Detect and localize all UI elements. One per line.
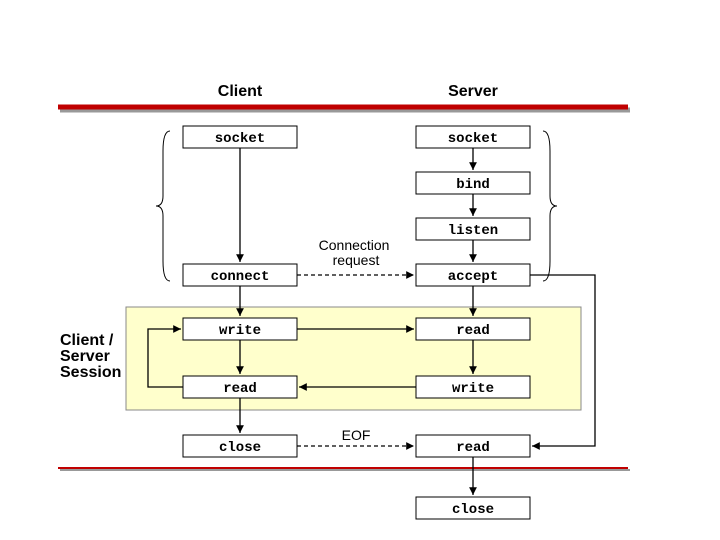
- server-bind-box: bind: [416, 172, 530, 194]
- server-close-label: close: [452, 502, 494, 518]
- client-read-box: read: [183, 376, 297, 398]
- connection-request-label: Connection request: [319, 237, 394, 268]
- client-connect-box: connect: [183, 264, 297, 286]
- server-read2-box: read: [416, 435, 530, 457]
- server-listen-box: listen: [416, 218, 530, 240]
- client-write-box: write: [183, 318, 297, 340]
- brace-client: [156, 131, 170, 281]
- server-accept-box: accept: [416, 264, 530, 286]
- server-bind-label: bind: [456, 177, 490, 193]
- client-socket-box: socket: [183, 126, 297, 148]
- server-accept-label: accept: [448, 269, 498, 285]
- server-header: Server: [448, 83, 498, 100]
- server-close-box: close: [416, 497, 530, 519]
- client-write-label: write: [219, 323, 261, 339]
- server-listen-label: listen: [448, 223, 498, 239]
- client-header: Client: [218, 83, 263, 100]
- client-connect-label: connect: [211, 269, 270, 285]
- brace-server: [543, 131, 557, 281]
- server-read-box: read: [416, 318, 530, 340]
- server-write-box: write: [416, 376, 530, 398]
- client-close-box: close: [183, 435, 297, 457]
- eof-label: EOF: [342, 427, 371, 443]
- client-read-label: read: [223, 381, 257, 397]
- client-socket-label: socket: [215, 131, 265, 147]
- server-socket-box: socket: [416, 126, 530, 148]
- server-socket-label: socket: [448, 131, 498, 147]
- server-read2-label: read: [456, 440, 490, 456]
- server-read-label: read: [456, 323, 490, 339]
- server-write-label: write: [452, 381, 494, 397]
- session-label: Client / Server Session: [60, 332, 121, 381]
- client-close-label: close: [219, 440, 261, 456]
